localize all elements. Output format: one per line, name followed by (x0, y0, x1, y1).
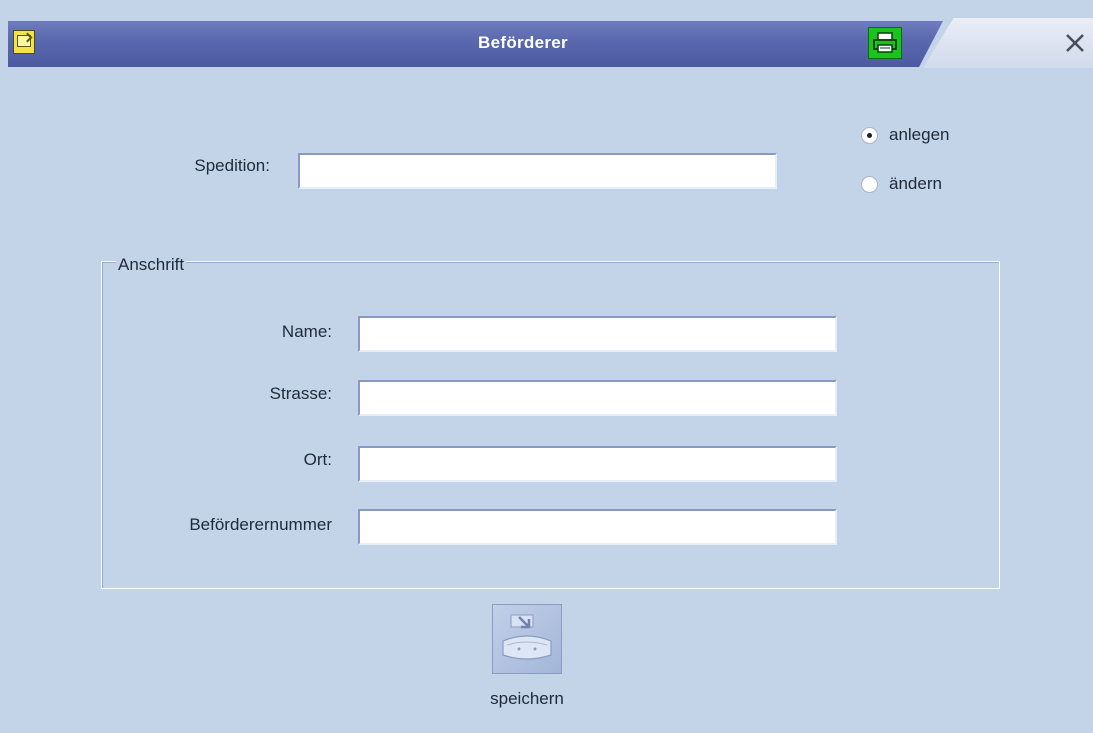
title-bar: Beförderer (8, 8, 1093, 74)
strasse-input[interactable] (358, 380, 837, 416)
befoerderernummer-input[interactable] (358, 509, 837, 545)
spedition-input[interactable] (298, 153, 777, 189)
close-icon (1066, 34, 1084, 52)
radio-anlegen-label: anlegen (889, 125, 950, 144)
address-group-title: Anschrift (116, 255, 187, 275)
strasse-label: Strasse: (269, 384, 332, 403)
save-icon (502, 614, 552, 660)
radio-aendern[interactable]: ändern (861, 174, 942, 194)
window: Beförderer Spedition: anlegen ändern Ans… (0, 0, 1093, 733)
name-label: Name: (281, 322, 332, 341)
printer-icon (873, 32, 897, 53)
ort-label: Ort: (303, 450, 332, 469)
print-button[interactable] (868, 27, 902, 59)
save-label: speichern (490, 689, 564, 708)
ort-input[interactable] (358, 446, 837, 482)
radio-button-unchecked[interactable] (861, 175, 878, 193)
name-input[interactable] (358, 316, 837, 352)
radio-button-checked[interactable] (861, 126, 878, 144)
radio-aendern-label: ändern (889, 174, 942, 193)
save-button[interactable] (492, 604, 562, 674)
app-document-icon (13, 30, 35, 54)
spedition-label: Spedition: (194, 156, 270, 175)
close-button[interactable] (1060, 28, 1090, 58)
befoerderernummer-label: Beförderernummer (189, 515, 332, 534)
radio-anlegen[interactable]: anlegen (861, 125, 950, 145)
